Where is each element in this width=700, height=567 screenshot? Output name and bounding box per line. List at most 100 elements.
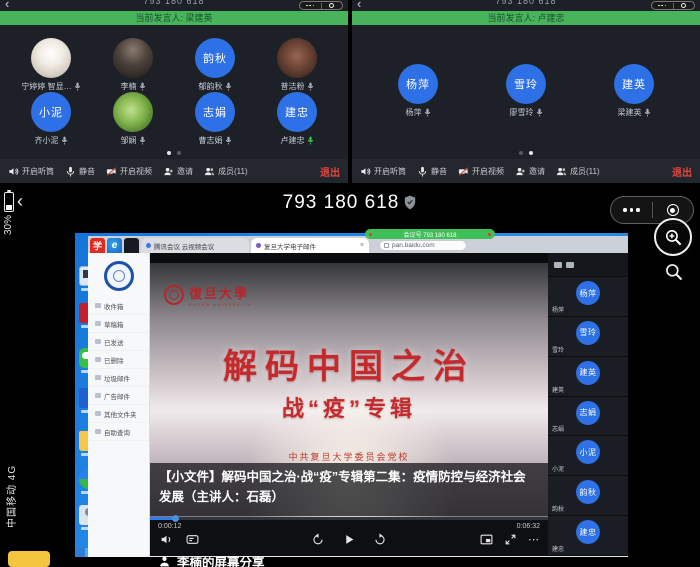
zoom-in-button[interactable] [654,218,692,256]
exit-button[interactable]: 退出 [672,164,692,179]
avatar: 建忠 [576,520,600,544]
mail-menu-item[interactable]: 自助查询 [88,423,149,441]
pinned-tab-edge[interactable]: e [107,238,122,253]
invite-button[interactable]: 邀请 [163,166,193,177]
mic-status-icon [139,82,146,91]
members-button[interactable]: 成员(11) [204,166,248,177]
meeting-panel-right: ‹ 793 180 618 当前发言人: 卢建忠 杨萍 杨萍 雪玲 廖雪玲 建英… [352,0,700,183]
share-indicator-label: 李楠的屏幕分享 [177,552,265,567]
participant-name: 梁建英 [618,107,642,118]
mic-status-icon [424,108,431,117]
browser-tab-meeting[interactable]: 腾讯会议 云视频会议 [141,238,249,253]
browser-tab-mail-active[interactable]: 复旦大学电子邮件× [251,238,369,253]
strip-tile[interactable]: 杨萍杨萍 [548,277,628,317]
participant-name: 卢建忠 [281,135,305,146]
camera-off-icon [458,166,469,177]
more-icon[interactable] [611,208,652,212]
video-player-window: 復旦大學FUDAN UNIVERSITY 解码中国之治 战“疫”专辑 中共复旦大… [150,253,548,556]
participant-row: 杨萍 杨萍 雪玲 廖雪玲 建英 梁建英 [366,64,686,118]
speaker-toggle[interactable]: 开启听筒 [8,166,54,177]
strip-tile[interactable]: 建英建英 [548,357,628,397]
close-circle-icon[interactable] [322,3,343,8]
participant-tile[interactable]: 雪玲 廖雪玲 [489,64,563,118]
forward-icon[interactable] [374,533,387,546]
members-button[interactable]: 成员(11) [556,166,600,177]
avatar [31,38,71,78]
pinned-tab-app[interactable] [124,238,139,253]
video-toggle[interactable]: 开启视频 [458,166,504,177]
participant-name: 宁婷婷 智显… [21,81,71,92]
pinned-tab-xuexi[interactable]: 学 [90,238,105,253]
participant-tile[interactable]: 建忠 卢建忠 [260,92,334,146]
participant-name: 廖雪玲 [510,107,534,118]
caption-line2: 发展（主讲人：石磊） [159,487,539,507]
presenter-icon [158,555,171,567]
participant-tile[interactable]: 小泥 齐小泥 [14,92,88,146]
current-speaker-banner: 当前发言人: 卢建忠 [352,11,700,25]
participant-tile[interactable]: 宁婷婷 智显… [14,38,88,92]
participant-name: 建忠 [552,544,564,553]
mail-menu-item[interactable]: 已删除 [88,351,149,369]
strip-tile[interactable]: 志娟志娟 [548,397,628,437]
mail-menu-item[interactable]: 其他文件夹 [88,405,149,423]
brand-sub: FUDAN UNIVERSITY [189,302,252,307]
participant-tile[interactable]: 韵秋 郁韵秋 [178,38,252,92]
more-icon[interactable] [300,5,321,7]
volume-icon[interactable] [160,533,173,546]
strip-tile[interactable]: 建忠建忠 [548,516,628,556]
mail-menu-item[interactable]: 收件箱 [88,297,149,315]
more-icon[interactable] [652,5,673,7]
participant-tile[interactable]: 建英 梁建英 [597,64,671,118]
mic-status-icon [225,82,232,91]
mic-active-icon [307,136,314,145]
participant-tile[interactable]: 普洁粉 [260,38,334,92]
progress-bar[interactable] [150,517,548,520]
yellow-badge[interactable] [8,551,50,567]
mute-toggle[interactable]: 静音 [417,166,447,177]
magnifier-button[interactable] [664,262,684,287]
mail-menu-item[interactable]: 已发送 [88,333,149,351]
invite-button[interactable]: 邀请 [515,166,545,177]
avatar: 志娟 [195,92,235,132]
more-options-icon[interactable]: ⋯ [528,533,540,546]
progress-knob[interactable] [172,515,179,522]
mail-menu-item[interactable]: 广告邮件 [88,387,149,405]
participant-name: 雪玲 [552,345,564,354]
rewind-icon[interactable] [312,533,325,546]
participant-tile[interactable]: 杨萍 杨萍 [381,64,455,118]
speaker-icon [8,166,19,177]
participant-tile[interactable]: 李楠 [96,38,170,92]
play-icon[interactable] [343,533,356,546]
participant-name: 邹娴 [121,135,137,146]
strip-tile[interactable]: 韵秋韵秋 [548,476,628,516]
speaker-toggle[interactable]: 开启听筒 [360,166,406,177]
avatar: 杨萍 [398,64,438,104]
address-bar[interactable]: pan.baidu.com [379,240,467,251]
miniprogram-capsule[interactable] [299,1,343,10]
meeting-number-pill: 会议号 793 180 618 [365,229,495,239]
participant-name: 普洁粉 [281,81,305,92]
mail-menu-item[interactable]: 垃圾邮件 [88,369,149,387]
miniprogram-capsule[interactable] [651,1,695,10]
exit-button[interactable]: 退出 [320,164,340,179]
mail-menu-item[interactable]: 草稿箱 [88,315,149,333]
time-current: 0:00:12 [158,523,181,530]
participant-tile[interactable]: 邹娴 [96,92,170,146]
danmaku-icon[interactable] [186,533,199,546]
close-circle-icon[interactable] [653,204,694,216]
pip-icon[interactable] [480,533,493,546]
camera-icon [554,262,562,268]
participant-name: 小泥 [552,464,564,473]
video-toggle[interactable]: 开启视频 [106,166,152,177]
close-circle-icon[interactable] [674,3,695,8]
strip-tile[interactable]: 雪玲雪玲 [548,317,628,357]
participant-tile[interactable]: 志娟 曹志娟 [178,92,252,146]
close-tab-icon[interactable]: × [360,242,364,249]
meeting-toolbar: 开启听筒 静音 开启视频 邀请 成员(11) 退出 [0,159,348,183]
mute-toggle[interactable]: 静音 [65,166,95,177]
shield-icon [403,195,417,210]
fullscreen-icon[interactable] [504,533,517,546]
carrier-label: 中国移动 4G [3,465,18,528]
strip-tile[interactable]: 小泥小泥 [548,436,628,476]
mic-status-icon [225,136,232,145]
